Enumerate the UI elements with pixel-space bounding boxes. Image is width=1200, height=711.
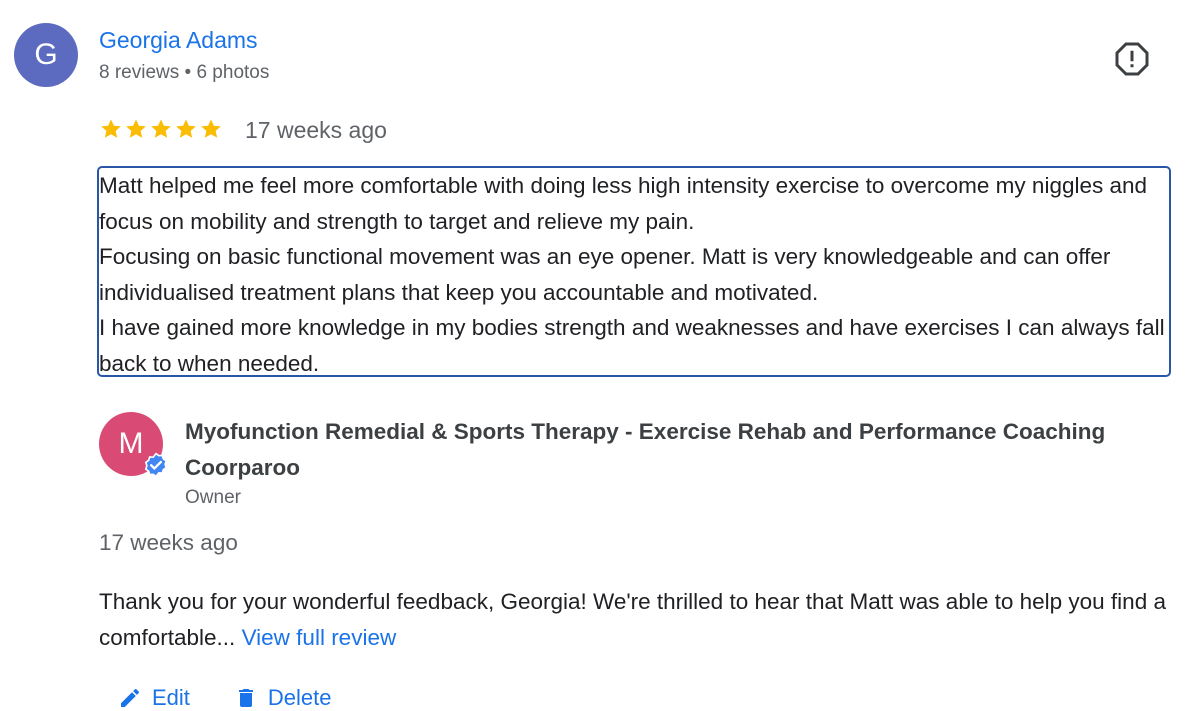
edit-label: Edit (152, 685, 190, 710)
view-full-review-link[interactable]: View full review (242, 625, 397, 650)
review-actions: Edit Delete (118, 685, 332, 711)
delete-label: Delete (267, 685, 332, 710)
reviewer-avatar[interactable]: G (14, 23, 78, 87)
report-icon[interactable] (1114, 41, 1150, 77)
owner-business-name: Myofunction Remedial & Sports Therapy - … (185, 419, 1106, 480)
star-icon (201, 119, 221, 138)
edit-pencil-icon (121, 688, 140, 707)
reviewer-meta: 8 reviews • 6 photos (99, 62, 270, 83)
reply-time: 17 weeks ago (99, 530, 238, 555)
verified-icon (144, 452, 168, 478)
star-icon (101, 119, 121, 138)
star-icon (126, 119, 146, 138)
delete-trash-icon (238, 689, 253, 707)
star-icon (151, 119, 171, 138)
star-rating (99, 117, 223, 141)
owner-reply: Thank you for your wonderful feedback, G… (99, 584, 1179, 656)
edit-button[interactable]: Edit (118, 685, 190, 711)
star-icon (176, 119, 196, 138)
reviewer-name[interactable]: Georgia Adams (99, 27, 258, 54)
review-time: 17 weeks ago (245, 117, 387, 143)
review-text: Matt helped me feel more comfortable wit… (99, 173, 1165, 376)
delete-button[interactable]: Delete (234, 685, 332, 711)
owner-role: Owner (185, 487, 241, 508)
